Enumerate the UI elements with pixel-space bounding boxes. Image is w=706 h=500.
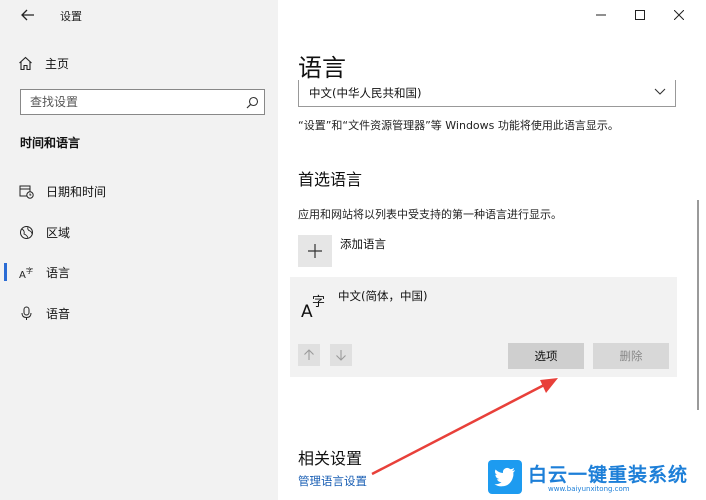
language-icon: A字: [301, 295, 325, 319]
sidebar-item-label: 日期和时间: [46, 184, 107, 199]
move-up-button[interactable]: [298, 344, 320, 366]
plus-icon: [308, 244, 322, 258]
maximize-icon: [635, 10, 645, 20]
watermark: 白云一键重装系统 www.baiyunxitong.com: [488, 458, 698, 496]
arrow-down-icon: [336, 350, 346, 361]
sidebar-item-speech[interactable]: 语音: [0, 295, 278, 331]
sidebar-item-language[interactable]: A字 语言: [0, 254, 278, 290]
preferred-languages-description: 应用和网站将以列表中受支持的第一种语言进行显示。: [298, 208, 562, 221]
watermark-text: 白云一键重装系统: [528, 464, 689, 486]
language-icon: A字: [18, 264, 34, 280]
main-pane: 语言 中文(中华人民共和国) “设置”和“文件资源管理器”等 Windows 功…: [278, 0, 706, 500]
selected-indicator: [4, 263, 7, 281]
section-title: 时间和语言: [20, 136, 81, 150]
search-icon[interactable]: [240, 90, 264, 114]
watermark-url: www.baiyunxitong.com: [548, 485, 630, 493]
move-down-button[interactable]: [330, 344, 352, 366]
preferred-languages-title: 首选语言: [298, 170, 363, 189]
display-language-dropdown[interactable]: 中文(中华人民共和国): [298, 80, 676, 107]
sidebar-item-home[interactable]: 主页: [18, 52, 69, 74]
scrollbar[interactable]: [697, 200, 699, 410]
search-input[interactable]: [21, 95, 240, 109]
sidebar-item-label: 区域: [46, 225, 71, 240]
add-language-label[interactable]: 添加语言: [340, 236, 386, 252]
sidebar-item-date-time[interactable]: 日期和时间: [0, 173, 278, 209]
close-icon: [674, 10, 684, 20]
chevron-down-icon: [654, 88, 666, 95]
language-name: 中文(简体，中国): [338, 289, 428, 303]
sidebar-item-label: 语音: [46, 306, 71, 321]
close-button[interactable]: [660, 0, 698, 30]
svg-text:A: A: [19, 270, 26, 280]
arrow-up-icon: [304, 349, 314, 360]
home-icon: [19, 56, 32, 70]
sidebar-item-region[interactable]: 区域: [0, 214, 278, 250]
minimize-button[interactable]: [582, 0, 620, 30]
globe-icon: [18, 224, 34, 240]
page-title: 语言: [298, 54, 346, 82]
manage-language-settings-link[interactable]: 管理语言设置: [298, 473, 367, 489]
title-bar: 设置: [0, 0, 278, 30]
maximize-button[interactable]: [621, 0, 659, 30]
remove-button[interactable]: 删除: [593, 343, 669, 369]
home-label: 主页: [45, 56, 70, 71]
search-box[interactable]: [20, 89, 265, 115]
sidebar: 设置 主页 时间和语言 日期和时间 区域 A字 语言 语音: [0, 0, 278, 500]
back-button[interactable]: [14, 4, 42, 26]
sidebar-item-label: 语言: [46, 265, 71, 280]
svg-text:字: 字: [26, 266, 33, 275]
window-title: 设置: [60, 10, 82, 23]
display-language-description: “设置”和“文件资源管理器”等 Windows 功能将使用此语言显示。: [298, 119, 619, 132]
related-settings-title: 相关设置: [298, 449, 363, 468]
minimize-icon: [596, 14, 606, 16]
options-button[interactable]: 选项: [508, 343, 584, 369]
back-arrow-icon: [21, 9, 34, 21]
bird-logo-icon: [488, 460, 522, 494]
add-language-button[interactable]: [298, 235, 332, 267]
dropdown-value: 中文(中华人民共和国): [309, 86, 422, 100]
language-list-item[interactable]: A字 中文(简体，中国) 选项 删除: [290, 277, 677, 377]
microphone-icon: [18, 305, 34, 321]
svg-text:字: 字: [312, 295, 325, 310]
calendar-clock-icon: [18, 183, 34, 199]
